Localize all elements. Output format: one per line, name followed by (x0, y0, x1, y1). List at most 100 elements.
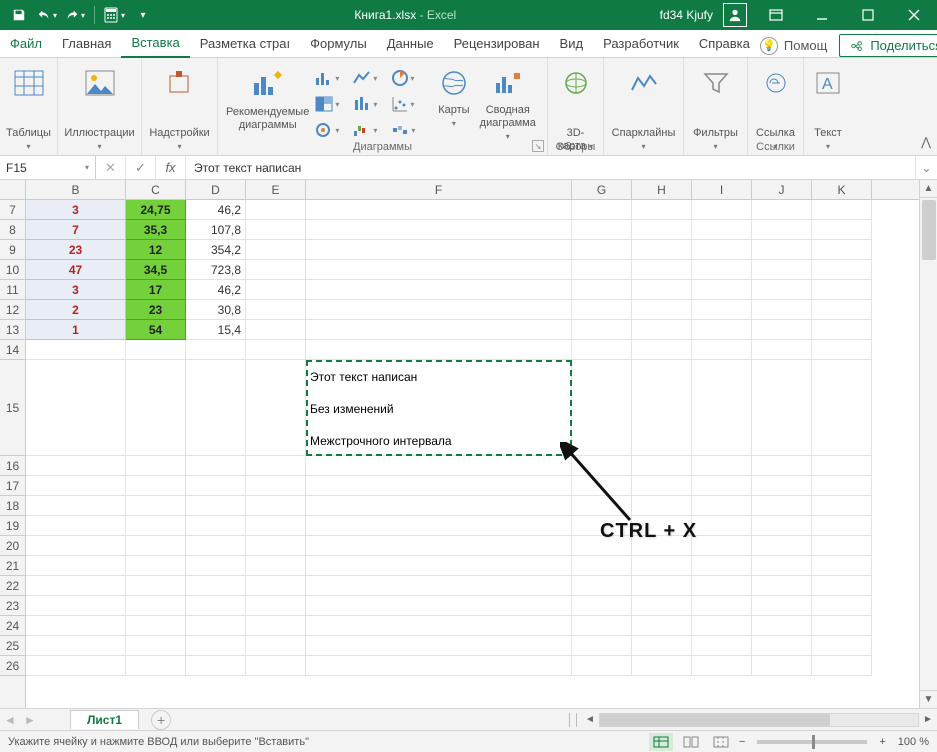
hscroll-left-button[interactable]: ◄ (581, 714, 599, 725)
horizontal-scrollbar[interactable]: ◄ ► (569, 709, 937, 730)
tab-home[interactable]: Главная (52, 31, 121, 57)
row-headers[interactable]: 7891011121314 15 1617181920212223242526 (0, 200, 26, 708)
chart-combo-button[interactable]: ▾ (313, 120, 341, 140)
cells-area[interactable]: 324,7546,2 735,3107,8 2312354,2 4734,572… (26, 200, 919, 708)
group-tours: 3D-карта ▾ Обзоры (548, 58, 604, 155)
tab-data[interactable]: Данные (377, 31, 444, 57)
group-text[interactable]: A Текст▾ (804, 58, 852, 155)
group-sparklines[interactable]: Спарклайны▾ (604, 58, 684, 155)
tab-insert[interactable]: Вставка (121, 30, 189, 58)
pivotchart-button[interactable]: Своднаядиаграмма ▾ (476, 62, 539, 143)
cut-marquee (306, 360, 572, 456)
charts-group-label: Диаграммы (218, 139, 547, 153)
col-K[interactable]: K (812, 180, 872, 199)
tab-view[interactable]: Вид (550, 31, 594, 57)
redo-button[interactable]: ▾ (62, 2, 88, 28)
group-filters[interactable]: Фильтры▾ (684, 58, 748, 155)
hscroll-right-button[interactable]: ► (919, 714, 937, 725)
tables-icon (12, 66, 46, 100)
tab-developer[interactable]: Разработчик (593, 31, 689, 57)
collapse-ribbon-button[interactable]: ⋀ (921, 135, 931, 149)
tell-me-label[interactable]: Помощ (784, 38, 827, 53)
col-H[interactable]: H (632, 180, 692, 199)
group-charts: Рекомендуемыедиаграммы ▾ ▾ ▾ ▾ ▾ ▾ ▾ ▾ ▾… (218, 58, 548, 155)
group-links: Ссылка▾ Ссылки (748, 58, 804, 155)
save-button[interactable] (6, 2, 32, 28)
group-illustrations[interactable]: Иллюстрации▾ (58, 58, 142, 155)
scroll-down-button[interactable]: ▼ (920, 690, 937, 708)
chart-gallery: ▾ ▾ ▾ ▾ ▾ ▾ ▾ ▾ ▾ (313, 62, 421, 144)
tab-formulas[interactable]: Формулы (300, 31, 377, 57)
group-tables[interactable]: Таблицы▾ (0, 58, 58, 155)
chart-surface-button[interactable]: ▾ (389, 120, 417, 140)
select-all-corner[interactable] (0, 180, 26, 200)
close-button[interactable] (891, 0, 937, 30)
svg-text:A: A (822, 76, 833, 93)
enter-formula-button[interactable]: ✓ (126, 156, 156, 179)
minimize-button[interactable] (799, 0, 845, 30)
avatar-icon[interactable] (723, 3, 747, 27)
col-G[interactable]: G (572, 180, 632, 199)
col-E[interactable]: E (246, 180, 306, 199)
share-button[interactable]: Поделиться (839, 34, 937, 57)
hscroll-thumb[interactable] (600, 714, 830, 726)
col-F[interactable]: F (306, 180, 572, 199)
chart-scatter-button[interactable]: ▾ (389, 94, 417, 114)
chart-hier-button[interactable]: ▾ (313, 94, 341, 114)
undo-button[interactable]: ▾ (34, 2, 60, 28)
maps-button[interactable]: Карты▾ (431, 62, 476, 130)
split-handle[interactable] (569, 713, 577, 727)
zoom-out-button[interactable]: − (739, 736, 745, 748)
cancel-formula-button[interactable]: ✕ (96, 156, 126, 179)
zoom-slider[interactable] (757, 740, 867, 744)
links-group-label: Ссылки (748, 139, 803, 153)
expand-formula-button[interactable]: ⌄ (915, 156, 937, 179)
worksheet-grid[interactable]: B C D E F G H I J K 7891011121314 15 161… (0, 180, 937, 708)
view-normal-button[interactable] (649, 733, 673, 751)
zoom-level[interactable]: 100 % (898, 736, 929, 748)
calc-options-button[interactable]: ▾ (101, 2, 127, 28)
chart-pie-button[interactable]: ▾ (389, 68, 417, 88)
vscroll-thumb[interactable] (922, 200, 936, 260)
group-addins[interactable]: Надстройки▾ (142, 58, 218, 155)
formula-bar: F15▾ ✕ ✓ fx Этот текст написан ⌄ (0, 156, 937, 180)
maps-icon (437, 66, 471, 100)
name-box[interactable]: F15▾ (0, 156, 96, 179)
sheet-nav-next[interactable]: ► (20, 713, 40, 727)
tab-pagelayout[interactable]: Разметка страı (190, 31, 300, 57)
sheet-tab-bar: ◄ ► Лист1 + ◄ ► (0, 708, 937, 730)
maximize-button[interactable] (845, 0, 891, 30)
col-C[interactable]: C (126, 180, 186, 199)
chart-waterfall-button[interactable]: ▾ (351, 120, 379, 140)
user-name[interactable]: fd34 Kjufy (650, 8, 723, 22)
qat-customize-button[interactable]: ▾ (129, 2, 155, 28)
chart-bar-button[interactable]: ▾ (313, 68, 341, 88)
col-J[interactable]: J (752, 180, 812, 199)
sheet-nav-prev[interactable]: ◄ (0, 713, 20, 727)
add-sheet-button[interactable]: + (151, 710, 171, 730)
recommended-charts-icon (251, 66, 285, 100)
chart-line-button[interactable]: ▾ (351, 68, 379, 88)
chart-stat-button[interactable]: ▾ (351, 94, 379, 114)
zoom-in-button[interactable]: + (879, 736, 885, 748)
tell-me-icon[interactable]: 💡 (760, 37, 778, 55)
illustrations-icon (83, 66, 117, 100)
ribbon-display-button[interactable] (753, 0, 799, 30)
recommended-charts-button[interactable]: Рекомендуемыедиаграммы (226, 62, 309, 132)
column-headers[interactable]: B C D E F G H I J K (26, 180, 919, 200)
sheet-tab[interactable]: Лист1 (70, 710, 139, 729)
view-pagebreak-button[interactable] (709, 733, 733, 751)
doc-name: Книга1.xlsx (354, 8, 416, 22)
tab-review[interactable]: Рецензирован (444, 31, 550, 57)
view-pagelayout-button[interactable] (679, 733, 703, 751)
col-D[interactable]: D (186, 180, 246, 199)
formula-input[interactable]: Этот текст написан (186, 156, 915, 179)
fx-button[interactable]: fx (156, 156, 186, 179)
scroll-up-button[interactable]: ▲ (920, 180, 937, 198)
col-I[interactable]: I (692, 180, 752, 199)
tab-file[interactable]: Файл (0, 31, 52, 57)
vertical-scrollbar[interactable]: ▲ ▼ (919, 180, 937, 708)
col-B[interactable]: B (26, 180, 126, 199)
tab-help[interactable]: Справка (689, 31, 760, 57)
annotation-label: CTRL + X (600, 520, 697, 543)
